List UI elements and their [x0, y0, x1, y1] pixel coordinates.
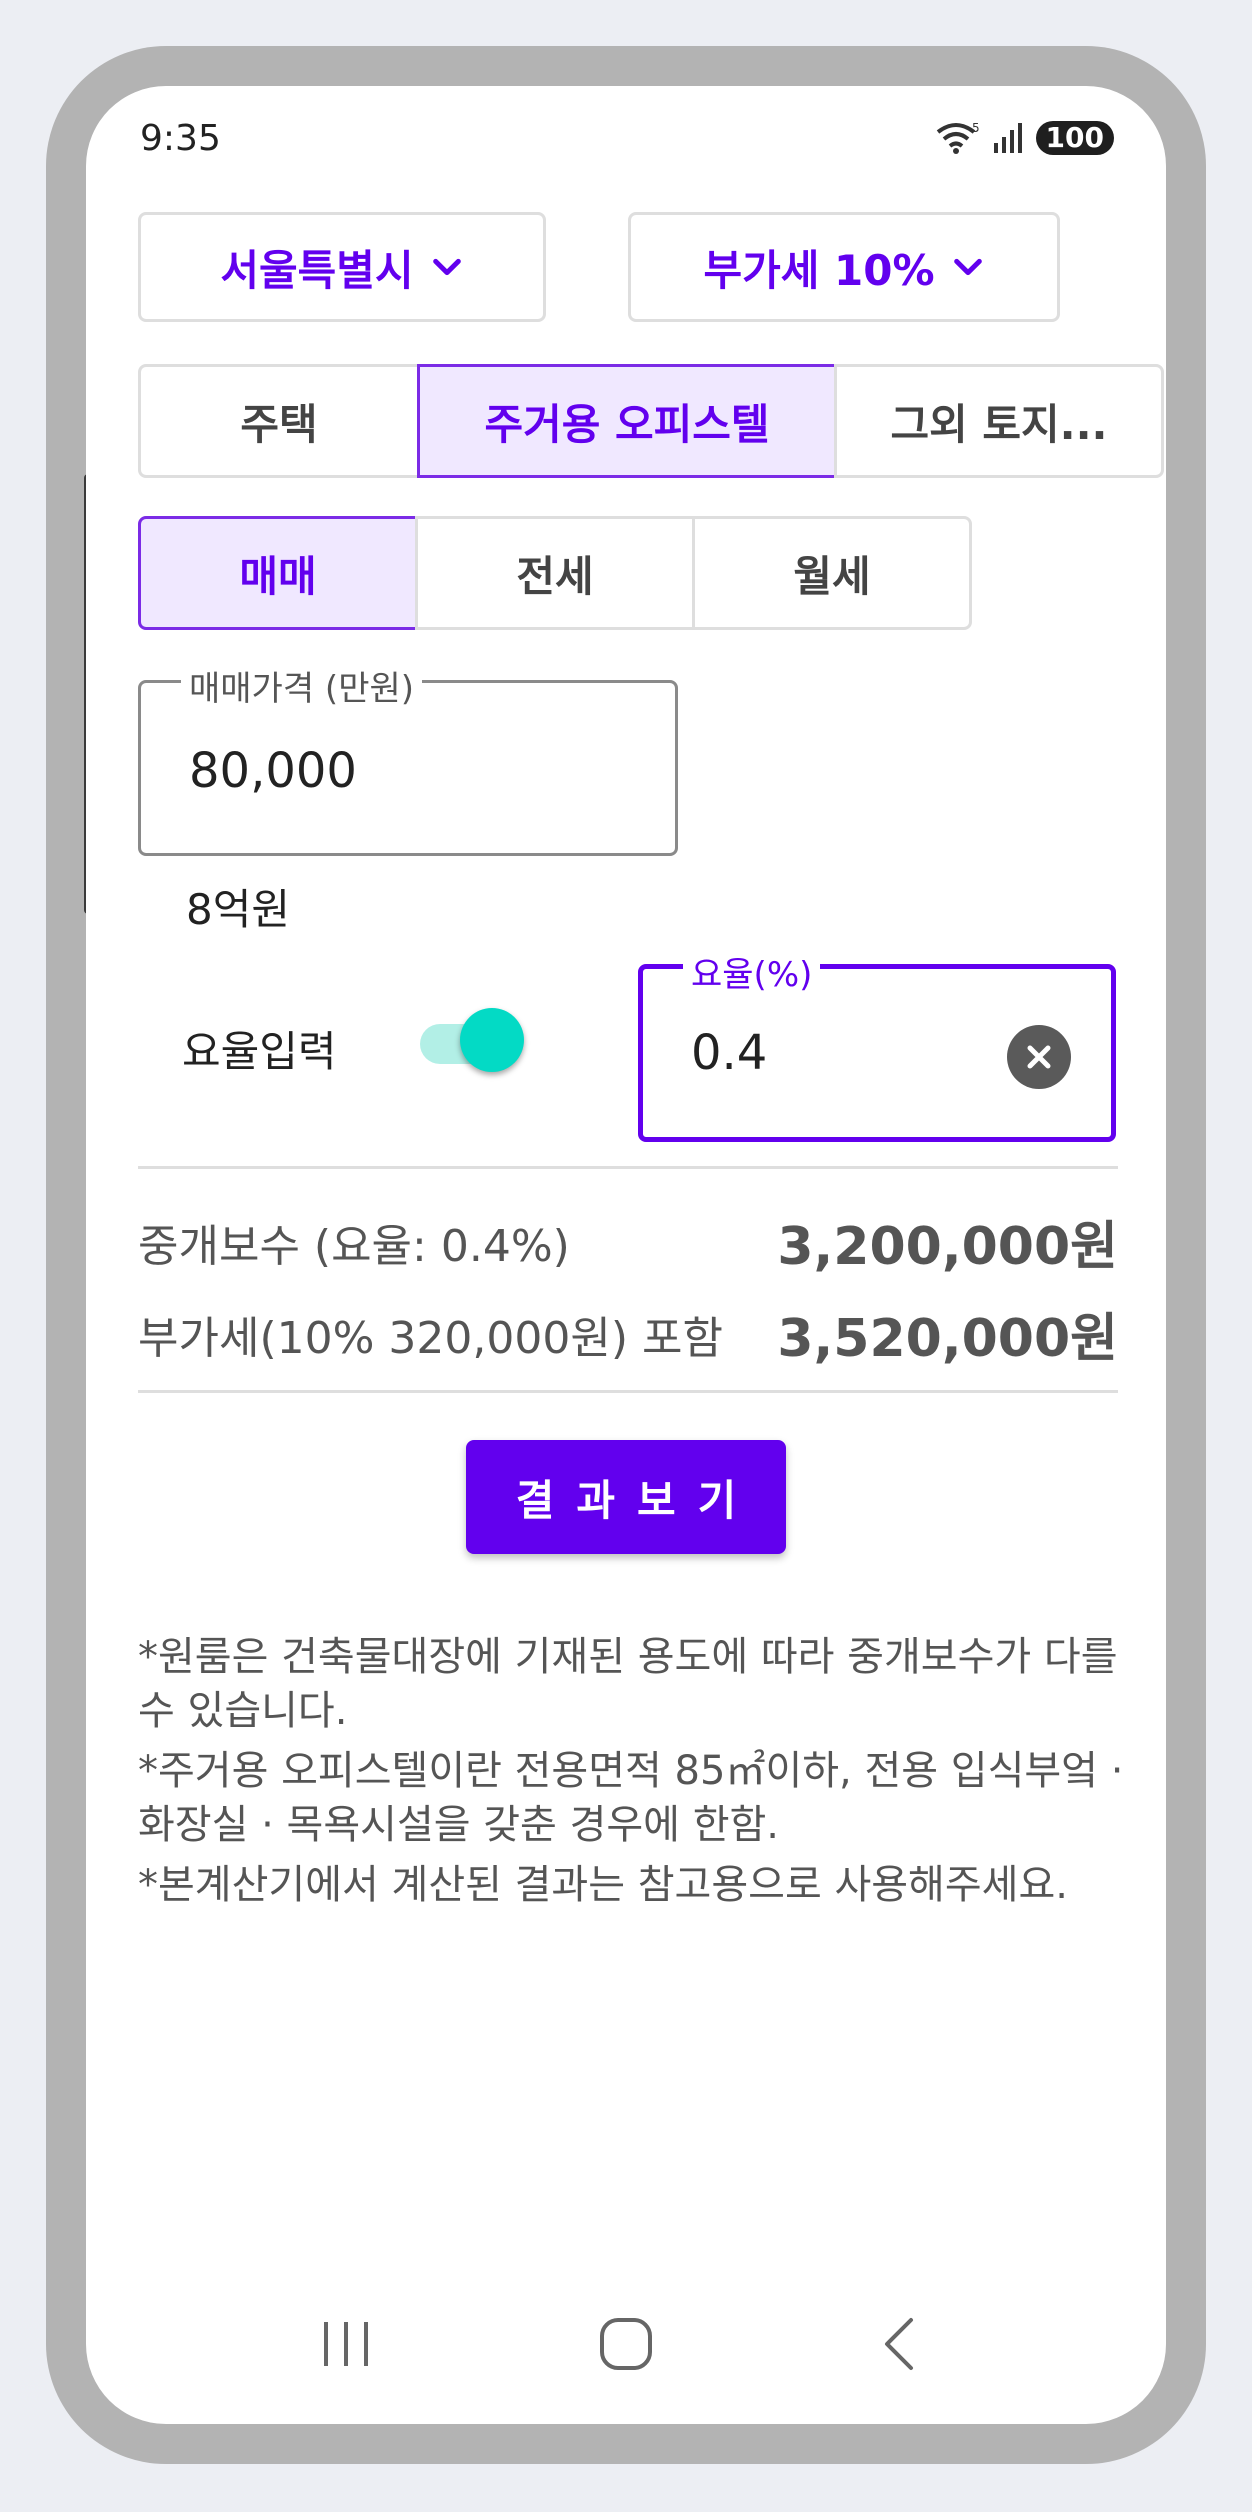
tab-other-land[interactable]: 그외 토지... [834, 364, 1164, 478]
tab-sale[interactable]: 매매 [138, 516, 418, 630]
chevron-down-icon [432, 258, 461, 276]
notes: *원룸은 건축물대장에 기재된 용도에 따라 중개보수가 다를 수 있습니다. … [138, 1630, 1138, 1918]
rate-label: 요율(%) [683, 947, 821, 996]
back-icon [885, 2318, 913, 2370]
signal-icon [993, 123, 1022, 153]
note-item: *본계산기에서 계산된 결과는 참고용으로 사용해주세요. [138, 1862, 1068, 1908]
brokerage-fee-value: 3,200,000원 [777, 1217, 1118, 1277]
chevron-down-icon [953, 258, 982, 276]
vat-dropdown-label: 부가세 10% [703, 245, 935, 295]
divider-bottom [138, 1390, 1118, 1393]
tab-other-land-label: 그외 토지... [890, 399, 1108, 449]
brokerage-fee-label: 중개보수 (요율: 0.4%) [138, 1221, 570, 1272]
rate-field[interactable]: 요율(%) 0.4 [638, 947, 1116, 1142]
home-icon [600, 2318, 652, 2370]
tab-house-label: 주택 [240, 399, 318, 449]
rate-input[interactable]: 0.4 [691, 1025, 767, 1081]
tab-residential-officetel-label: 주거용 오피스텔 [484, 399, 770, 449]
tab-residential-officetel[interactable]: 주거용 오피스텔 [417, 364, 837, 478]
sale-price-input[interactable]: 80,000 [189, 743, 357, 799]
sale-price-field[interactable]: 매매가격 (만원) 80,000 [138, 661, 678, 856]
vat-included-value: 3,520,000원 [777, 1309, 1118, 1369]
battery-indicator: 100 [1035, 121, 1114, 155]
status-icons: 5 100 [934, 120, 1114, 156]
note-item: *원룸은 건축물대장에 기재된 용도에 따라 중개보수가 다를 수 있습니다. [138, 1634, 1118, 1734]
sale-price-helper-text: 8억원 [186, 885, 291, 934]
back-button[interactable] [850, 2304, 950, 2384]
region-dropdown-label: 서울특별시 [220, 245, 414, 295]
tab-jeonse[interactable]: 전세 [415, 516, 695, 630]
svg-text:5: 5 [972, 121, 980, 135]
rate-input-toggle-label: 요율입력 [182, 1027, 337, 1076]
rate-input-toggle-thumb[interactable] [460, 1008, 524, 1072]
status-time: 9:35 [140, 118, 221, 159]
view-result-button[interactable]: 결과보기 [466, 1440, 786, 1554]
tab-monthly-rent-label: 월세 [793, 551, 871, 601]
clear-rate-button[interactable] [1007, 1025, 1071, 1089]
recents-icon [324, 2322, 368, 2366]
vat-dropdown[interactable]: 부가세 10% [628, 212, 1060, 322]
sale-price-label: 매매가격 (만원) [181, 661, 423, 710]
property-type-tabs: 주택 주거용 오피스텔 그외 토지... [138, 364, 1164, 478]
note-item: *주거용 오피스텔이란 전용면적 85㎡이하, 전용 입식부엌 · 화장실 · … [138, 1748, 1124, 1848]
recents-button[interactable] [296, 2304, 396, 2384]
app-screen: 9:35 5 100 서울특별시 부가세 10% 주택 주거용 오피스텔 그외 … [86, 86, 1166, 2424]
tab-house[interactable]: 주택 [138, 364, 420, 478]
tab-jeonse-label: 전세 [516, 551, 594, 601]
divider-top [138, 1166, 1118, 1169]
home-button[interactable] [576, 2304, 676, 2384]
tab-monthly-rent[interactable]: 월세 [692, 516, 972, 630]
clear-icon [1027, 1045, 1051, 1069]
wifi-icon: 5 [936, 121, 980, 154]
region-dropdown[interactable]: 서울특별시 [138, 212, 546, 322]
tab-sale-label: 매매 [239, 551, 317, 601]
deal-type-tabs: 매매 전세 월세 [138, 516, 972, 630]
vat-included-label: 부가세(10% 320,000원) 포함 [138, 1313, 723, 1364]
